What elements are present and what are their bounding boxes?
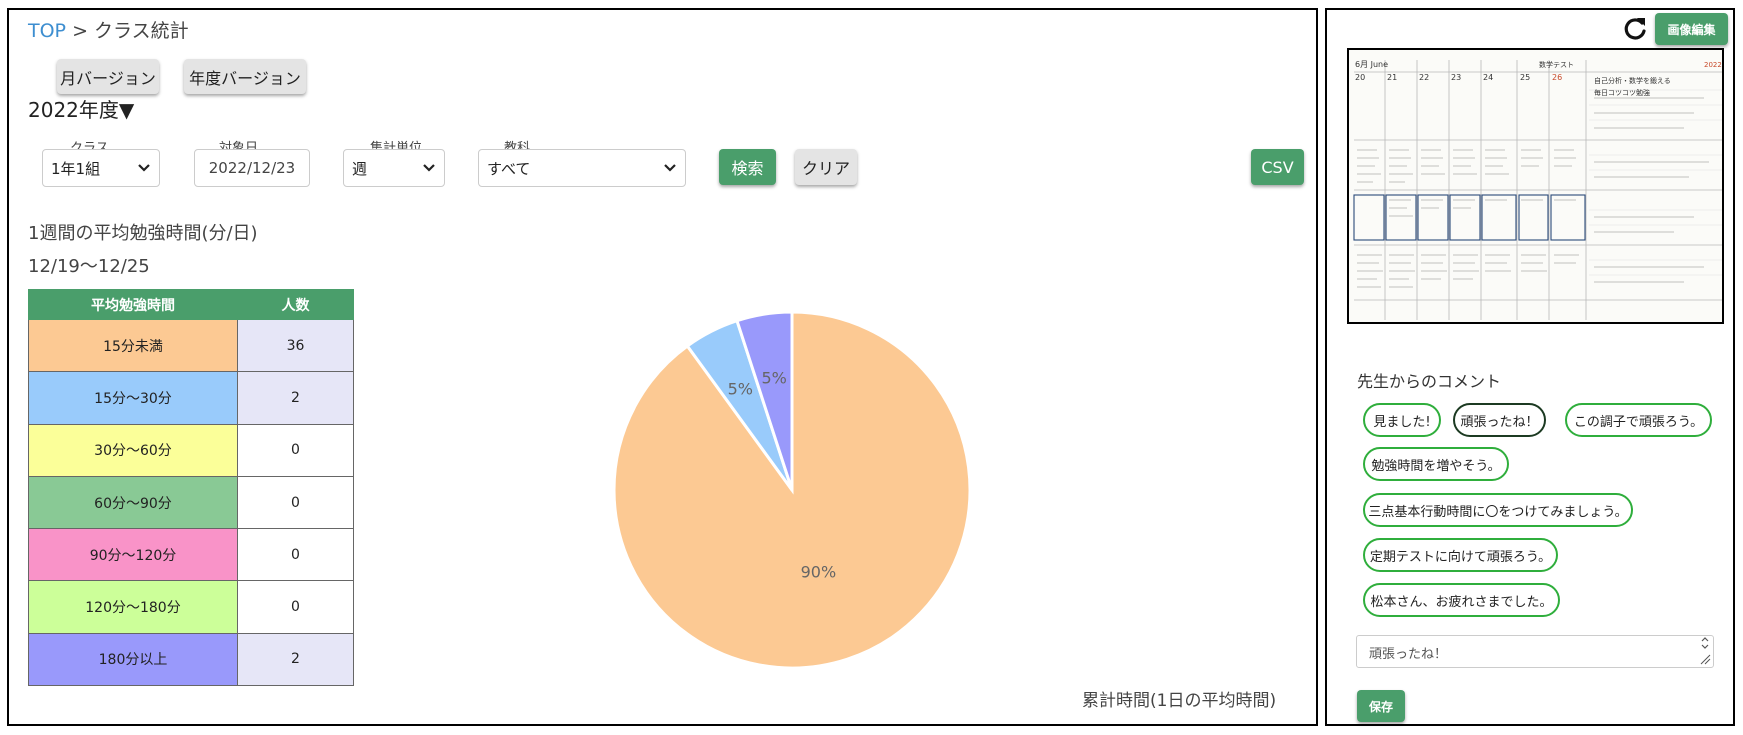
yearly-version-button[interactable]: 年度バージョン: [184, 59, 306, 94]
table-row: 180分以上 2: [28, 632, 354, 687]
stats-title: 1週間の平均勉強時間(分/日): [28, 223, 258, 244]
table-row: 60分～90分 0: [28, 475, 354, 530]
resize-handle-icon[interactable]: [1698, 636, 1712, 666]
comment-chip[interactable]: 松本さん、お疲れさまでした。: [1363, 583, 1560, 617]
notebook-day-23: 23: [1451, 73, 1461, 82]
breadcrumb-current: クラス統計: [94, 20, 189, 42]
notebook-title: 数学テスト: [1539, 60, 1574, 69]
subject-select-value: すべて: [487, 159, 531, 178]
unit-select[interactable]: 週: [343, 149, 445, 187]
search-button[interactable]: 検索: [719, 149, 776, 185]
time-range-cell: 15分未満: [28, 318, 238, 373]
notebook-day-20: 20: [1355, 73, 1365, 82]
image-edit-button[interactable]: 画像編集: [1655, 13, 1728, 45]
chevron-down-icon: [664, 164, 676, 172]
time-range-cell: 90分～120分: [28, 528, 238, 582]
table-row: 15分～30分 2: [28, 371, 354, 425]
table-row: 90分～120分 0: [28, 528, 354, 582]
time-range-cell: 15分～30分: [28, 371, 238, 425]
time-range-cell: 60分～90分: [28, 475, 238, 530]
class-select[interactable]: 1年1組: [42, 149, 160, 187]
year-selector[interactable]: 2022年度▼: [28, 94, 134, 123]
table-row: 120分～180分 0: [28, 580, 354, 634]
count-cell: 0: [237, 528, 354, 582]
clear-button[interactable]: クリア: [795, 149, 857, 185]
table-header-row: 平均勉強時間 人数: [28, 289, 354, 320]
breadcrumb: TOP > クラス統計: [28, 16, 189, 43]
pie-chart: 90% 5% 5%: [592, 290, 992, 690]
subject-select[interactable]: すべて: [478, 149, 686, 187]
pie-slice-label: 5%: [761, 368, 786, 387]
breadcrumb-separator: >: [72, 20, 88, 42]
csv-button[interactable]: CSV: [1251, 149, 1304, 185]
notebook-day-21: 21: [1387, 73, 1397, 82]
time-range-cell: 180分以上: [28, 632, 238, 687]
breadcrumb-top-link[interactable]: TOP: [28, 20, 66, 42]
pie-slice-label: 5%: [728, 379, 753, 398]
notebook-note-2: 毎日コツコツ勉強: [1594, 88, 1650, 97]
chevron-down-icon: [138, 164, 150, 172]
date-input[interactable]: 2022/12/23: [194, 149, 310, 187]
notebook-month-label: 6月 June: [1355, 60, 1388, 69]
comment-textarea[interactable]: 頑張ったね！: [1356, 635, 1714, 668]
comment-chip[interactable]: この調子で頑張ろう。: [1565, 403, 1712, 437]
count-cell: 2: [237, 632, 354, 687]
notebook-day-24: 24: [1483, 73, 1493, 82]
comment-chip[interactable]: 定期テストに向けて頑張ろう。: [1363, 538, 1558, 572]
count-cell: 36: [237, 318, 354, 373]
chevron-down-icon: [423, 164, 435, 172]
count-cell: 0: [237, 475, 354, 530]
notebook-day-25: 25: [1520, 73, 1530, 82]
save-button[interactable]: 保存: [1357, 690, 1405, 722]
comment-chip[interactable]: 見ました!: [1363, 403, 1441, 437]
monthly-version-button[interactable]: 月バージョン: [57, 59, 159, 94]
refresh-icon[interactable]: [1620, 14, 1650, 44]
notebook-photo: 6月 June 20 21 22 23 24 25 26 数学テスト 自己分析・…: [1349, 50, 1722, 322]
notebook-note-1: 自己分析・数学を鍛える: [1594, 76, 1671, 85]
stats-range: 12/19～12/25: [28, 256, 150, 277]
table-row: 30分～60分 0: [28, 423, 354, 477]
header-count: 人数: [237, 289, 354, 320]
study-notebook-image: 6月 June 20 21 22 23 24 25 26 数学テスト 自己分析・…: [1347, 48, 1724, 324]
unit-select-value: 週: [352, 159, 368, 178]
stats-table: 平均勉強時間 人数 15分未満 36 15分～30分 2 30分～60分 0 60分～90分…: [28, 289, 354, 687]
notebook-year: 2022: [1704, 61, 1722, 69]
notebook-day-26: 26: [1552, 73, 1562, 82]
header-average-time: 平均勉強時間: [28, 289, 238, 320]
chart-caption: 累計時間(1日の平均時間): [1082, 691, 1277, 711]
count-cell: 0: [237, 423, 354, 477]
count-cell: 2: [237, 371, 354, 425]
time-range-cell: 30分～60分: [28, 423, 238, 477]
comment-chip[interactable]: 勉強時間を増やそう。: [1363, 447, 1509, 481]
comment-section-title: 先生からのコメント: [1357, 372, 1502, 391]
class-select-value: 1年1組: [51, 159, 101, 178]
notebook-day-22: 22: [1419, 73, 1429, 82]
pie-chart-svg: 90% 5% 5%: [612, 310, 972, 670]
time-range-cell: 120分～180分: [28, 580, 238, 634]
count-cell: 0: [237, 580, 354, 634]
pie-slice-label: 90%: [801, 562, 837, 581]
comment-chip[interactable]: 頑張ったね！: [1453, 403, 1546, 437]
table-row: 15分未満 36: [28, 318, 354, 373]
comment-chip[interactable]: 三点基本行動時間に〇をつけてみましょう。: [1363, 493, 1633, 527]
